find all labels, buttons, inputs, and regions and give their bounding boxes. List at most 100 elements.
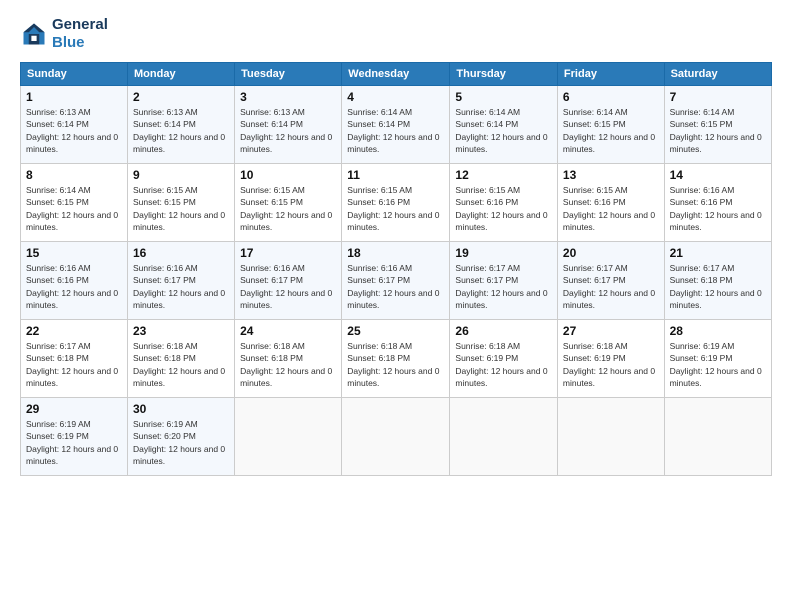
day-number: 29 <box>26 402 122 416</box>
day-number: 14 <box>670 168 766 182</box>
day-number: 2 <box>133 90 229 104</box>
sunset-label: Sunset: 6:15 PM <box>240 197 303 207</box>
day-number: 8 <box>26 168 122 182</box>
sunrise-label: Sunrise: 6:16 AM <box>670 185 735 195</box>
day-info: Sunrise: 6:15 AM Sunset: 6:16 PM Dayligh… <box>347 184 444 233</box>
day-number: 30 <box>133 402 229 416</box>
table-row: 6 Sunrise: 6:14 AM Sunset: 6:15 PM Dayli… <box>557 86 664 164</box>
sunrise-label: Sunrise: 6:19 AM <box>133 419 198 429</box>
day-number: 22 <box>26 324 122 338</box>
daylight-label: Daylight: 12 hours and 0 minutes. <box>133 288 225 310</box>
day-number: 19 <box>455 246 552 260</box>
table-row: 28 Sunrise: 6:19 AM Sunset: 6:19 PM Dayl… <box>664 320 771 398</box>
day-info: Sunrise: 6:13 AM Sunset: 6:14 PM Dayligh… <box>133 106 229 155</box>
day-info: Sunrise: 6:15 AM Sunset: 6:15 PM Dayligh… <box>133 184 229 233</box>
sunrise-label: Sunrise: 6:18 AM <box>563 341 628 351</box>
sunrise-label: Sunrise: 6:13 AM <box>26 107 91 117</box>
calendar-week-row: 15 Sunrise: 6:16 AM Sunset: 6:16 PM Dayl… <box>21 242 772 320</box>
sunrise-label: Sunrise: 6:15 AM <box>240 185 305 195</box>
daylight-label: Daylight: 12 hours and 0 minutes. <box>670 288 762 310</box>
daylight-label: Daylight: 12 hours and 0 minutes. <box>26 366 118 388</box>
table-row: 13 Sunrise: 6:15 AM Sunset: 6:16 PM Dayl… <box>557 164 664 242</box>
daylight-label: Daylight: 12 hours and 0 minutes. <box>670 366 762 388</box>
daylight-label: Daylight: 12 hours and 0 minutes. <box>133 366 225 388</box>
sunrise-label: Sunrise: 6:18 AM <box>133 341 198 351</box>
sunrise-label: Sunrise: 6:16 AM <box>240 263 305 273</box>
calendar-week-row: 22 Sunrise: 6:17 AM Sunset: 6:18 PM Dayl… <box>21 320 772 398</box>
sunset-label: Sunset: 6:16 PM <box>563 197 626 207</box>
day-info: Sunrise: 6:17 AM Sunset: 6:17 PM Dayligh… <box>563 262 659 311</box>
day-number: 7 <box>670 90 766 104</box>
table-row: 8 Sunrise: 6:14 AM Sunset: 6:15 PM Dayli… <box>21 164 128 242</box>
day-info: Sunrise: 6:17 AM Sunset: 6:18 PM Dayligh… <box>26 340 122 389</box>
day-info: Sunrise: 6:17 AM Sunset: 6:18 PM Dayligh… <box>670 262 766 311</box>
day-number: 23 <box>133 324 229 338</box>
sunset-label: Sunset: 6:15 PM <box>133 197 196 207</box>
logo-blue-text: Blue <box>52 34 85 51</box>
sunset-label: Sunset: 6:20 PM <box>133 431 196 441</box>
sunrise-label: Sunrise: 6:19 AM <box>670 341 735 351</box>
daylight-label: Daylight: 12 hours and 0 minutes. <box>26 210 118 232</box>
day-info: Sunrise: 6:16 AM Sunset: 6:17 PM Dayligh… <box>133 262 229 311</box>
day-info: Sunrise: 6:16 AM Sunset: 6:17 PM Dayligh… <box>347 262 444 311</box>
table-row <box>235 398 342 476</box>
day-info: Sunrise: 6:16 AM Sunset: 6:16 PM Dayligh… <box>670 184 766 233</box>
sunrise-label: Sunrise: 6:15 AM <box>563 185 628 195</box>
sunrise-label: Sunrise: 6:18 AM <box>347 341 412 351</box>
table-row: 20 Sunrise: 6:17 AM Sunset: 6:17 PM Dayl… <box>557 242 664 320</box>
sunrise-label: Sunrise: 6:14 AM <box>563 107 628 117</box>
sunrise-label: Sunrise: 6:17 AM <box>563 263 628 273</box>
sunset-label: Sunset: 6:19 PM <box>670 353 733 363</box>
day-info: Sunrise: 6:14 AM Sunset: 6:14 PM Dayligh… <box>347 106 444 155</box>
table-row: 9 Sunrise: 6:15 AM Sunset: 6:15 PM Dayli… <box>128 164 235 242</box>
day-number: 4 <box>347 90 444 104</box>
daylight-label: Daylight: 12 hours and 0 minutes. <box>133 210 225 232</box>
day-info: Sunrise: 6:14 AM Sunset: 6:15 PM Dayligh… <box>563 106 659 155</box>
sunset-label: Sunset: 6:17 PM <box>563 275 626 285</box>
day-info: Sunrise: 6:19 AM Sunset: 6:19 PM Dayligh… <box>670 340 766 389</box>
sunset-label: Sunset: 6:15 PM <box>26 197 89 207</box>
day-number: 21 <box>670 246 766 260</box>
sunset-label: Sunset: 6:18 PM <box>133 353 196 363</box>
col-monday: Monday <box>128 63 235 86</box>
day-info: Sunrise: 6:18 AM Sunset: 6:18 PM Dayligh… <box>240 340 336 389</box>
table-row <box>664 398 771 476</box>
sunset-label: Sunset: 6:14 PM <box>455 119 518 129</box>
calendar-week-row: 1 Sunrise: 6:13 AM Sunset: 6:14 PM Dayli… <box>21 86 772 164</box>
table-row: 21 Sunrise: 6:17 AM Sunset: 6:18 PM Dayl… <box>664 242 771 320</box>
day-number: 1 <box>26 90 122 104</box>
daylight-label: Daylight: 12 hours and 0 minutes. <box>670 210 762 232</box>
daylight-label: Daylight: 12 hours and 0 minutes. <box>347 132 439 154</box>
logo: General Blue <box>20 16 108 52</box>
sunset-label: Sunset: 6:16 PM <box>26 275 89 285</box>
table-row: 10 Sunrise: 6:15 AM Sunset: 6:15 PM Dayl… <box>235 164 342 242</box>
calendar-header-row: Sunday Monday Tuesday Wednesday Thursday… <box>21 63 772 86</box>
daylight-label: Daylight: 12 hours and 0 minutes. <box>563 210 655 232</box>
day-info: Sunrise: 6:18 AM Sunset: 6:18 PM Dayligh… <box>133 340 229 389</box>
table-row: 16 Sunrise: 6:16 AM Sunset: 6:17 PM Dayl… <box>128 242 235 320</box>
table-row: 22 Sunrise: 6:17 AM Sunset: 6:18 PM Dayl… <box>21 320 128 398</box>
logo-icon <box>20 20 48 48</box>
daylight-label: Daylight: 12 hours and 0 minutes. <box>26 444 118 466</box>
col-friday: Friday <box>557 63 664 86</box>
sunset-label: Sunset: 6:18 PM <box>26 353 89 363</box>
sunrise-label: Sunrise: 6:16 AM <box>347 263 412 273</box>
daylight-label: Daylight: 12 hours and 0 minutes. <box>26 288 118 310</box>
day-number: 28 <box>670 324 766 338</box>
day-number: 17 <box>240 246 336 260</box>
sunset-label: Sunset: 6:18 PM <box>347 353 410 363</box>
day-info: Sunrise: 6:14 AM Sunset: 6:15 PM Dayligh… <box>670 106 766 155</box>
table-row <box>450 398 558 476</box>
day-number: 25 <box>347 324 444 338</box>
table-row <box>557 398 664 476</box>
day-info: Sunrise: 6:15 AM Sunset: 6:16 PM Dayligh… <box>563 184 659 233</box>
daylight-label: Daylight: 12 hours and 0 minutes. <box>240 288 332 310</box>
table-row: 5 Sunrise: 6:14 AM Sunset: 6:14 PM Dayli… <box>450 86 558 164</box>
logo-general: General <box>52 16 108 33</box>
sunrise-label: Sunrise: 6:19 AM <box>26 419 91 429</box>
day-number: 10 <box>240 168 336 182</box>
table-row: 30 Sunrise: 6:19 AM Sunset: 6:20 PM Dayl… <box>128 398 235 476</box>
sunset-label: Sunset: 6:14 PM <box>240 119 303 129</box>
sunset-label: Sunset: 6:15 PM <box>670 119 733 129</box>
table-row: 19 Sunrise: 6:17 AM Sunset: 6:17 PM Dayl… <box>450 242 558 320</box>
